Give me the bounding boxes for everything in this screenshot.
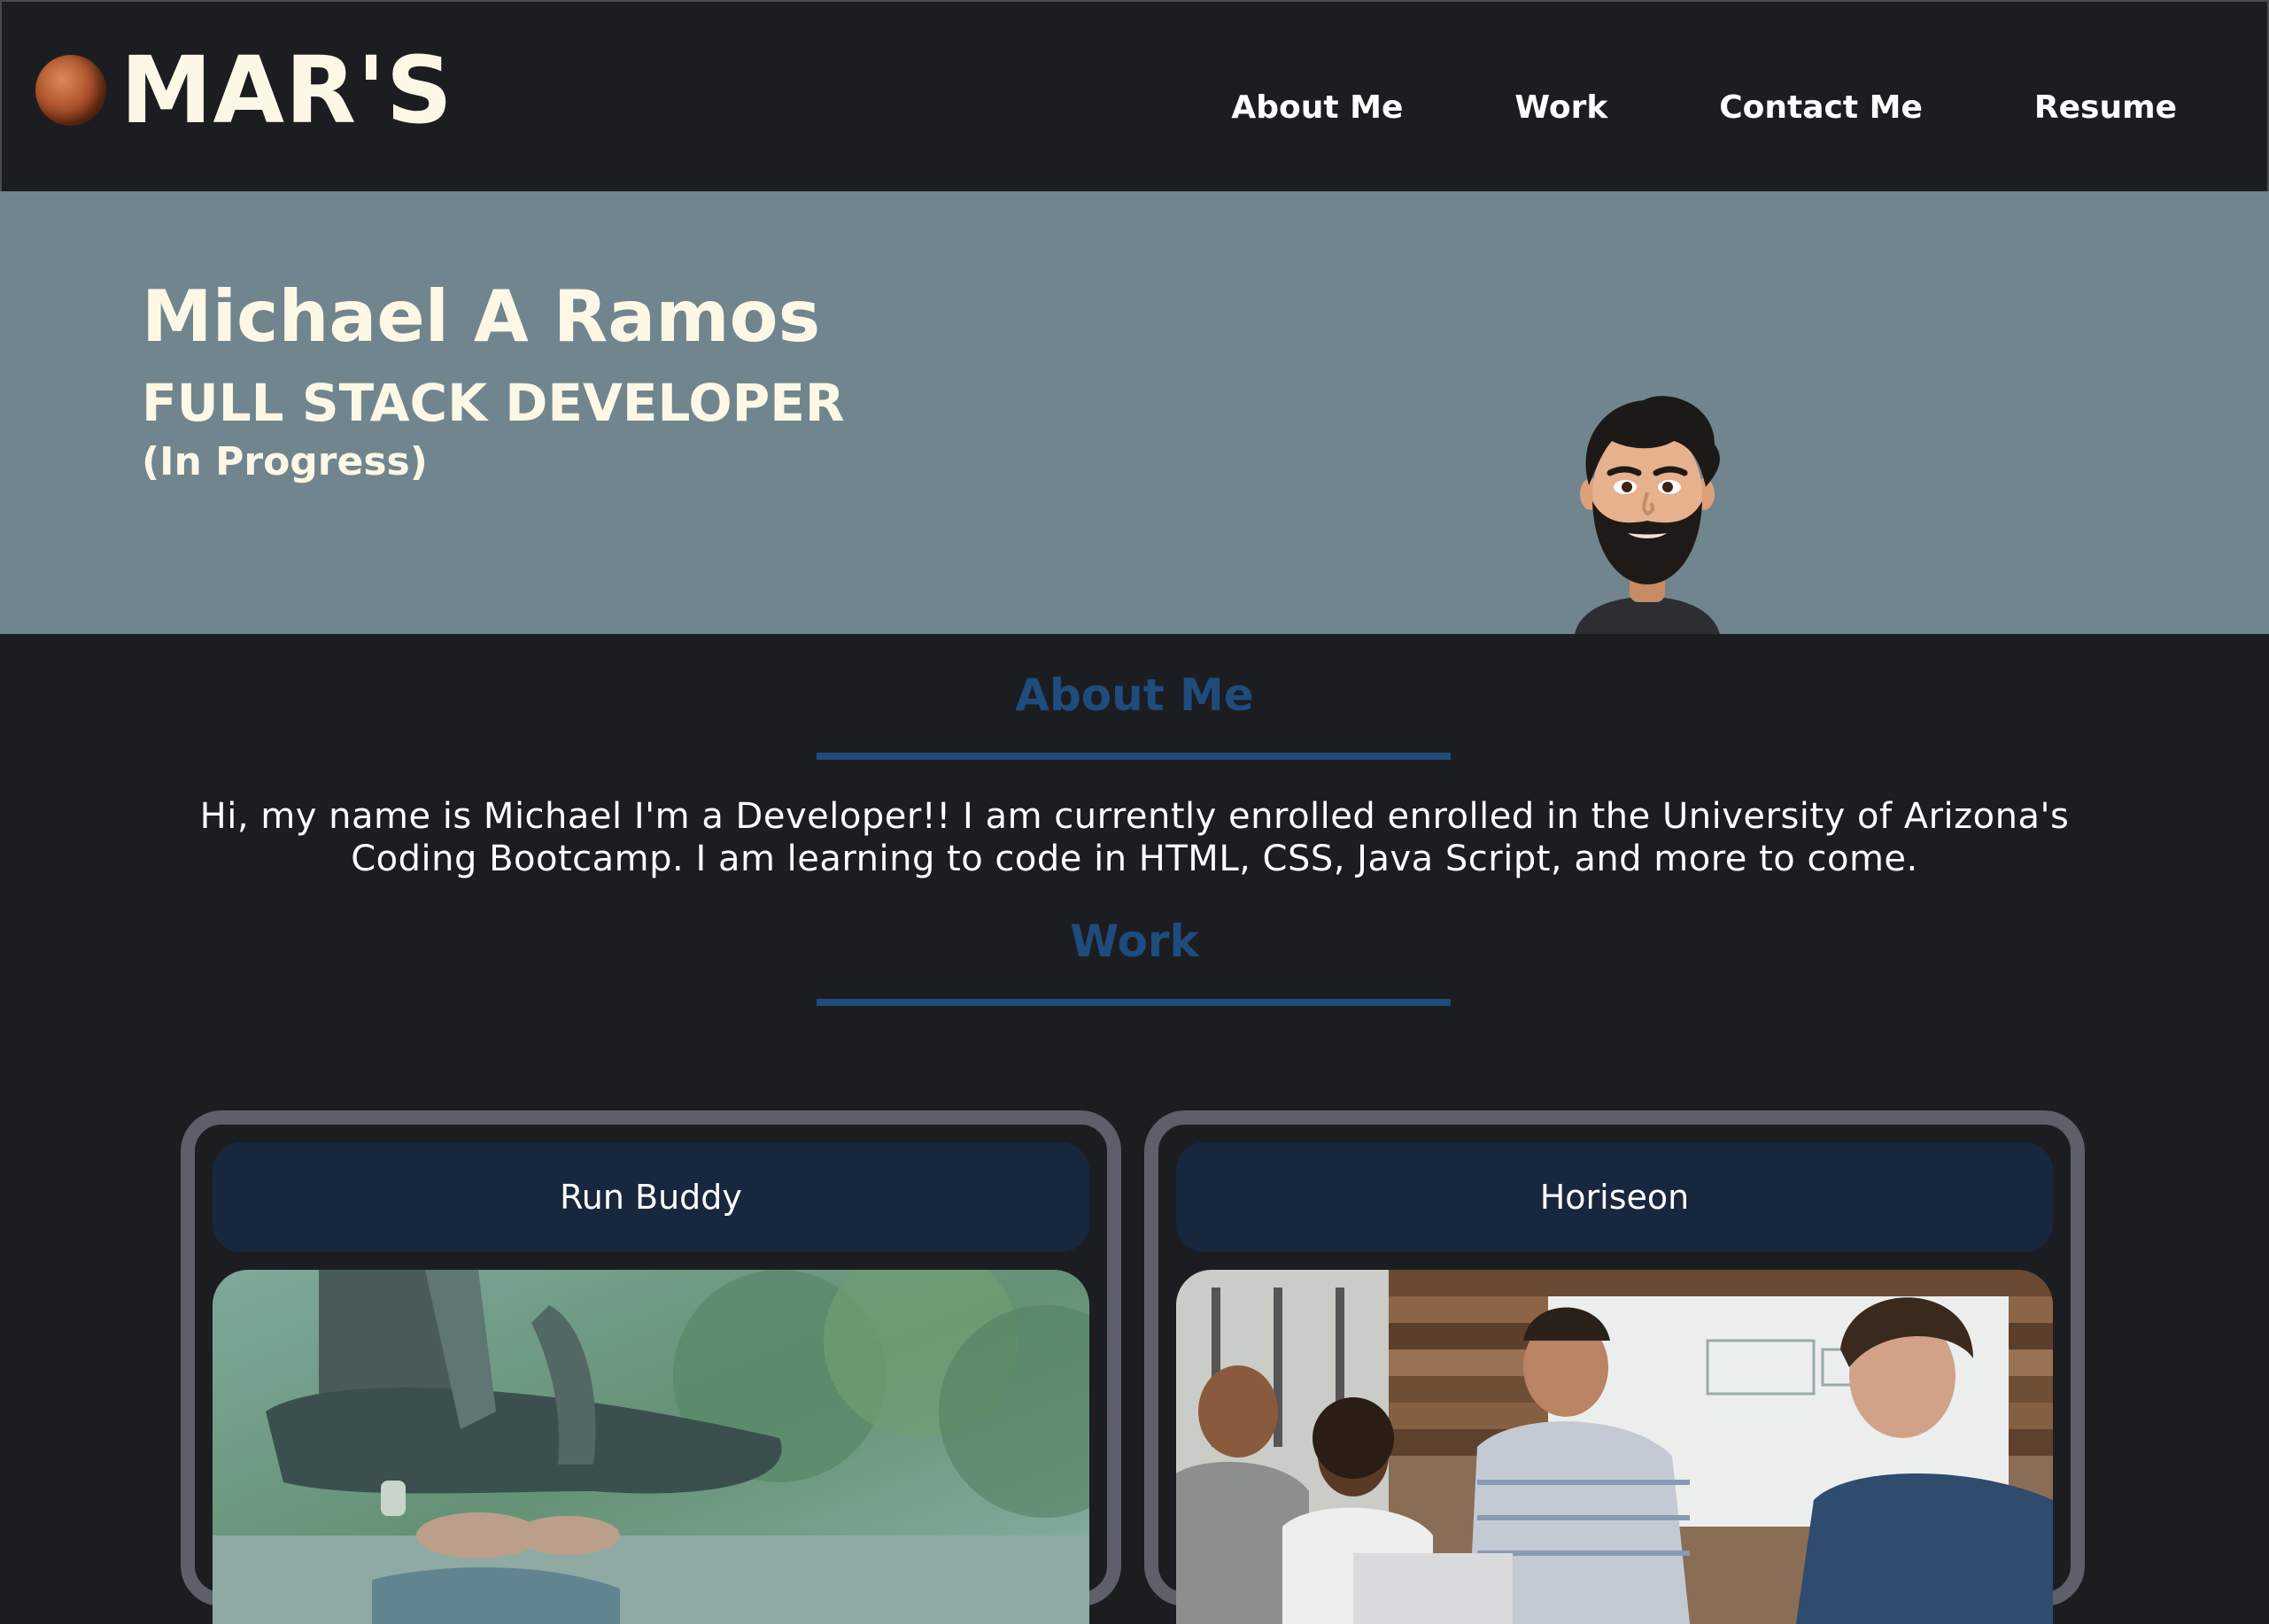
about-me-text: Hi, my name is Michael I'm a Developer!!… [199,796,2070,879]
main-nav: About Me Work Contact Me Resume [1119,87,2177,129]
nav-resume[interactable]: Resume [2034,87,2177,129]
nav-contact-me[interactable]: Contact Me [1719,87,1923,129]
project-title[interactable]: Horiseon [1176,1142,2053,1252]
about-me-heading: About Me [1015,669,1254,721]
work-divider [817,999,1451,1006]
hero-role: FULL STACK DEVELOPER [142,373,845,433]
avatar [1559,388,1736,634]
project-card-run-buddy[interactable]: Run Buddy [181,1110,1121,1624]
project-title[interactable]: Run Buddy [213,1142,1089,1252]
hero-banner: Michael A Ramos FULL STACK DEVELOPER (In… [0,191,2269,634]
bitmoji-avatar-icon [1575,396,1720,634]
hero-status: (In Progress) [142,439,428,484]
work-heading: Work [1070,916,1199,967]
hero-name: Michael A Ramos [142,275,821,358]
mars-planet-icon [35,55,106,126]
site-header: MAR'S About Me Work Contact Me Resume [0,0,2269,191]
nav-about-me[interactable]: About Me [1231,87,1403,129]
nav-work[interactable]: Work [1514,87,1607,129]
logo-text: MAR'S [120,36,453,144]
project-card-horiseon[interactable]: Horiseon [1144,1110,2085,1624]
team-meeting-photo[interactable] [1176,1270,2053,1624]
site-logo[interactable]: MAR'S [35,44,453,136]
about-me-divider [817,753,1451,760]
runner-tying-shoe-photo[interactable] [213,1270,1089,1624]
